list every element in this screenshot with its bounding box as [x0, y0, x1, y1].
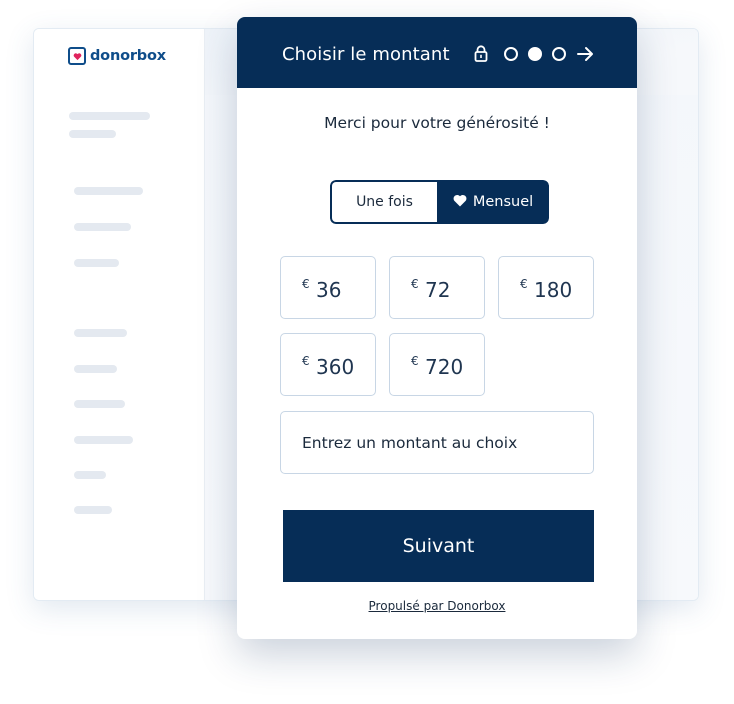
- stage: donorbox Choisir le montant Merci pour v…: [0, 0, 734, 704]
- monthly-label: Mensuel: [472, 194, 534, 210]
- amount-value: 360: [316, 355, 355, 379]
- widget-header: Choisir le montant: [237, 17, 637, 88]
- amount-option[interactable]: € 720: [389, 333, 485, 396]
- sidebar-placeholder[interactable]: [74, 259, 119, 267]
- one-time-button[interactable]: Une fois: [330, 180, 437, 224]
- step-dot-icon: [552, 47, 566, 61]
- sidebar-placeholder[interactable]: [74, 506, 112, 514]
- monthly-button[interactable]: Mensuel: [437, 180, 549, 224]
- sidebar-placeholder[interactable]: [74, 436, 133, 444]
- amount-option[interactable]: € 180: [498, 256, 594, 319]
- next-button[interactable]: Suivant: [283, 510, 594, 582]
- amount-option[interactable]: € 36: [280, 256, 376, 319]
- heart-icon: [453, 194, 467, 211]
- sidebar-placeholder[interactable]: [74, 223, 131, 231]
- arrow-right-icon[interactable]: [577, 46, 594, 66]
- sidebar-placeholder[interactable]: [74, 365, 117, 373]
- logo-text: donorbox: [90, 48, 166, 64]
- sidebar-placeholder[interactable]: [74, 187, 143, 195]
- sidebar-placeholder: [69, 112, 150, 120]
- sidebar-placeholder: [69, 130, 116, 138]
- sidebar-placeholder[interactable]: [74, 329, 127, 337]
- sidebar-placeholder[interactable]: [74, 471, 106, 479]
- logo-heart-icon: [68, 47, 86, 65]
- one-time-label: Une fois: [356, 194, 413, 210]
- amount-value: 36: [316, 278, 342, 302]
- thank-you-message: Merci pour votre générosité !: [324, 114, 550, 132]
- currency-symbol: €: [302, 354, 310, 368]
- amount-value: 180: [534, 278, 573, 302]
- amount-option[interactable]: € 72: [389, 256, 485, 319]
- widget-title: Choisir le montant: [282, 44, 450, 65]
- lock-icon: [474, 45, 488, 66]
- amount-option[interactable]: € 360: [280, 333, 376, 396]
- amount-value: 720: [425, 355, 464, 379]
- donation-widget: Choisir le montant Merci pour votre géné…: [237, 17, 637, 639]
- currency-symbol: €: [411, 354, 419, 368]
- currency-symbol: €: [302, 277, 310, 291]
- frequency-toggle: Une fois Mensuel: [330, 180, 549, 224]
- step-dot-icon: [504, 47, 518, 61]
- step-dot-active-icon: [528, 47, 542, 61]
- custom-amount-input[interactable]: [280, 411, 594, 474]
- powered-by-link[interactable]: Propulsé par Donorbox: [237, 599, 637, 613]
- sidebar-placeholder[interactable]: [74, 400, 125, 408]
- currency-symbol: €: [411, 277, 419, 291]
- donorbox-logo: donorbox: [68, 47, 166, 65]
- currency-symbol: €: [520, 277, 528, 291]
- dashboard-sidebar: donorbox: [34, 29, 205, 600]
- amount-value: 72: [425, 278, 451, 302]
